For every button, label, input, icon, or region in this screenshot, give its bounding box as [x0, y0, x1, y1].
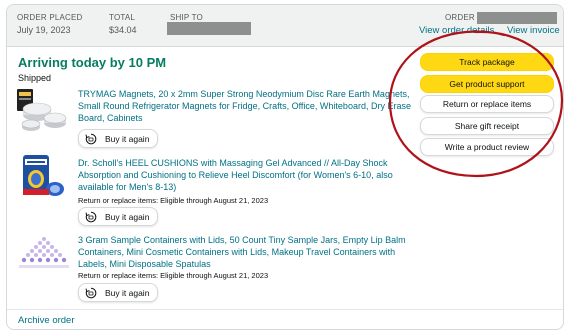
total-label: TOTAL — [109, 13, 136, 22]
return-eligibility-note: Return or replace items: Eligible throug… — [78, 196, 269, 205]
total-value: $34.04 — [109, 25, 137, 35]
return-eligibility-note: Return or replace items: Eligible throug… — [78, 271, 269, 280]
return-or-replace-button[interactable]: Return or replace items — [420, 95, 554, 113]
item-title-sample-containers[interactable]: 3 Gram Sample Containers with Lids, 50 C… — [78, 234, 406, 270]
share-gift-receipt-button[interactable]: Share gift receipt — [420, 117, 554, 135]
order-card: ORDER PLACED July 19, 2023 TOTAL $34.04 … — [6, 4, 564, 330]
order-placed-value: July 19, 2023 — [17, 25, 71, 35]
repeat-cart-icon — [85, 133, 97, 145]
order-number-redacted — [477, 12, 557, 24]
buy-again-button-sample-containers[interactable]: Buy it again — [78, 283, 159, 302]
archive-order-link[interactable]: Archive order — [18, 315, 75, 326]
item-title-line: available for Men's 8-13) — [78, 182, 177, 192]
sample-containers-product-image[interactable] — [15, 233, 73, 273]
heel-cushions-product-image[interactable] — [17, 153, 69, 201]
item-title-line: Small Round Refrigerator Magnets for Fri… — [78, 101, 411, 111]
footer-divider — [7, 309, 563, 310]
buy-again-label: Buy it again — [105, 133, 150, 144]
get-product-support-button[interactable]: Get product support — [420, 75, 554, 93]
view-invoice-link[interactable]: View invoice — [507, 25, 560, 36]
buy-again-label: Buy it again — [105, 211, 150, 222]
item-title-line: 3 Gram Sample Containers with Lids, 50 C… — [78, 235, 406, 245]
item-title-line: Dr. Scholl's HEEL CUSHIONS with Massagin… — [78, 158, 388, 168]
buy-again-label: Buy it again — [105, 287, 150, 298]
repeat-cart-icon — [85, 211, 97, 223]
heel-cushions-image-icon — [23, 155, 64, 196]
magnets-product-image[interactable] — [15, 87, 71, 135]
item-title-line: Absorption and Cushioning to Relieve Hee… — [78, 170, 393, 180]
item-title-line: Containers, Mini Cosmetic Containers wit… — [78, 247, 396, 257]
ship-to-redacted — [167, 22, 251, 35]
buy-again-button-magnets[interactable]: Buy it again — [78, 129, 159, 148]
sample-containers-image-icon — [19, 237, 69, 268]
order-header: ORDER PLACED July 19, 2023 TOTAL $34.04 … — [7, 5, 563, 47]
ship-to-label: SHIP TO — [170, 13, 203, 22]
view-order-details-link[interactable]: View order details — [419, 25, 494, 36]
track-package-button[interactable]: Track package — [420, 53, 554, 71]
shipment-substatus: Shipped — [18, 73, 52, 83]
item-title-line: TRYMAG Magnets, 20 x 2mm Super Strong Ne… — [78, 89, 410, 99]
delivery-status: Arriving today by 10 PM — [18, 55, 167, 70]
item-title-line: Labels, Mini Disposable Spatulas — [78, 259, 211, 269]
buy-again-button-heel-cushions[interactable]: Buy it again — [78, 207, 159, 226]
repeat-cart-icon — [85, 287, 97, 299]
item-title-magnets[interactable]: TRYMAG Magnets, 20 x 2mm Super Strong Ne… — [78, 88, 411, 124]
item-title-heel-cushions[interactable]: Dr. Scholl's HEEL CUSHIONS with Massagin… — [78, 157, 393, 193]
order-placed-label: ORDER PLACED — [17, 13, 83, 22]
magnets-image-icon — [17, 89, 67, 131]
write-review-button[interactable]: Write a product review — [420, 138, 554, 156]
item-title-line: Board, Cabinets — [78, 113, 143, 123]
